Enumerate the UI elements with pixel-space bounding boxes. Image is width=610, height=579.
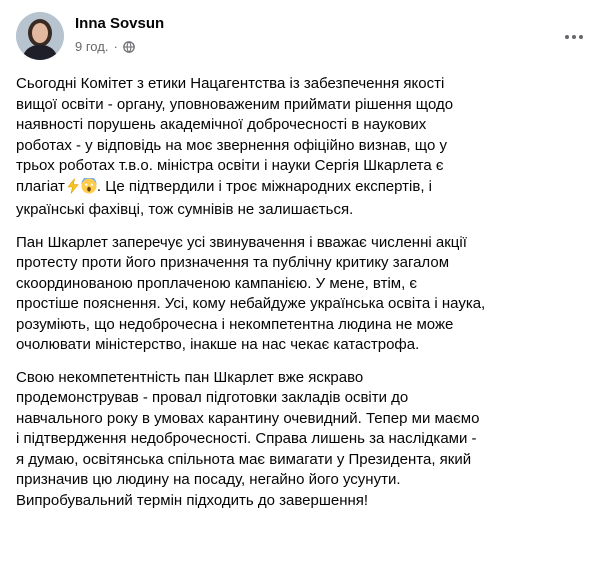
author-name[interactable]: Inna Sovsun	[75, 15, 164, 32]
post-paragraph-3: Свою некомпетентність пан Шкарлет вже яс…	[16, 368, 480, 509]
post-paragraph-2: Пан Шкарлет заперечує усі звинувачення і…	[16, 233, 486, 354]
zap-icon	[65, 177, 81, 201]
meta-separator: ·	[113, 39, 118, 54]
more-dots-icon	[564, 27, 584, 45]
post-body: Сьогодні Комітет з етики Нацагентства із…	[16, 74, 600, 523]
post-header: Inna Sovsun 9 год. ·	[16, 12, 594, 62]
avatar[interactable]	[16, 12, 64, 60]
post-paragraph-1: Сьогодні Комітет з етики Нацагентства із…	[16, 74, 600, 221]
more-options-button[interactable]	[556, 18, 592, 54]
screaming-face-icon	[81, 176, 97, 201]
post-time[interactable]: 9 год.	[75, 39, 108, 54]
post-meta: 9 год. ·	[75, 39, 135, 54]
globe-icon	[122, 40, 135, 53]
